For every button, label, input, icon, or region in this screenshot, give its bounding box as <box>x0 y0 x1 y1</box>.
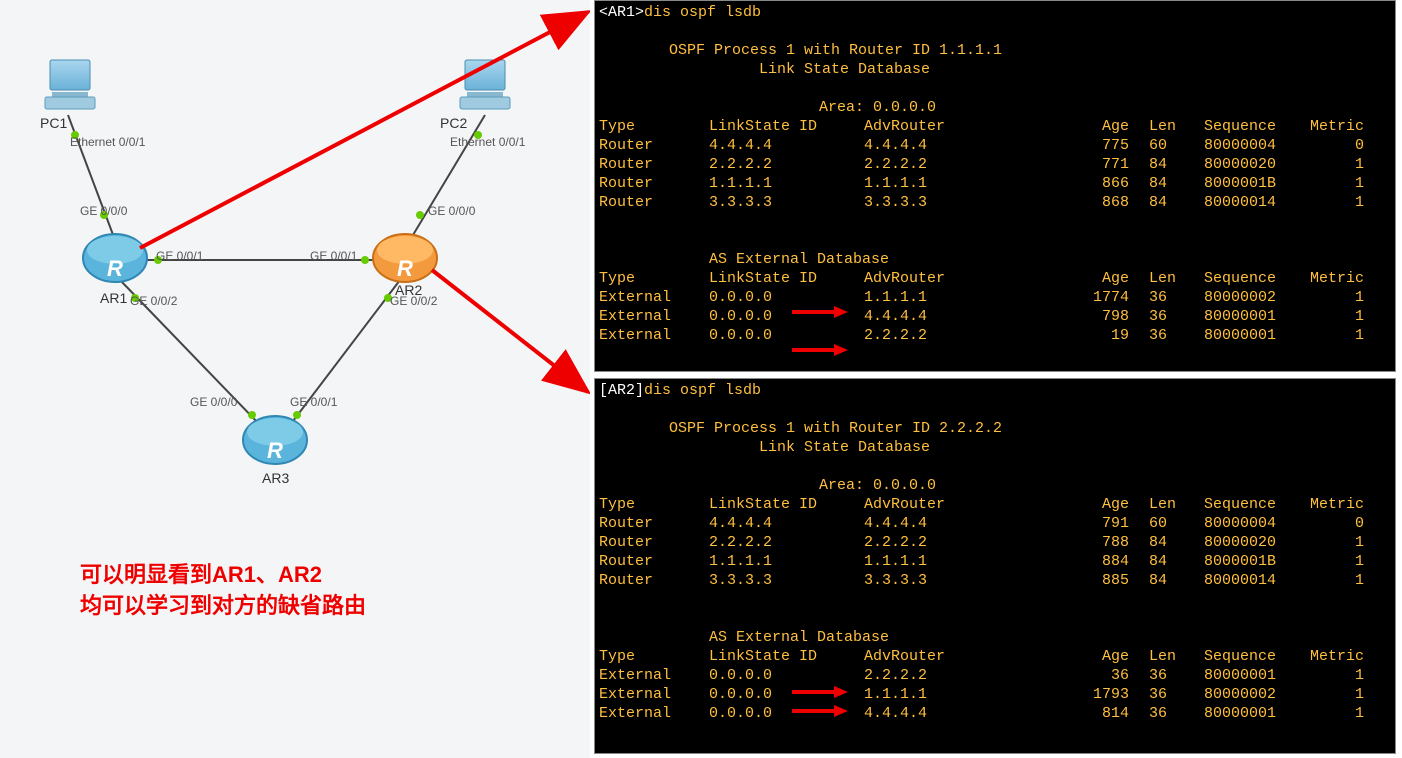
pc2-label: PC2 <box>440 115 467 131</box>
port-ar2-up: GE 0/0/0 <box>428 204 475 218</box>
annotation-text: 可以明显看到AR1、AR2 均可以学习到对方的缺省路由 <box>80 560 366 622</box>
port-ar1-down: GE 0/0/2 <box>130 294 177 308</box>
pc1-label: PC1 <box>40 115 67 131</box>
terminal-ar1: <AR1>dis ospf lsdb OSPF Process 1 with R… <box>594 0 1396 372</box>
router-ar3-icon: R <box>243 416 307 464</box>
port-ar3-left: GE 0/0/0 <box>190 395 237 409</box>
router-ar1-icon: R <box>83 234 147 282</box>
ar3-label: AR3 <box>262 470 289 486</box>
pc2-port: Ethernet 0/0/1 <box>450 135 525 149</box>
port-ar1-up: GE 0/0/0 <box>80 204 127 218</box>
pc1-port: Ethernet 0/0/1 <box>70 135 145 149</box>
terminal-ar2: [AR2]dis ospf lsdb OSPF Process 1 with R… <box>594 378 1396 754</box>
port-ar2-down: GE 0/0/2 <box>390 294 437 308</box>
svg-text:R: R <box>267 438 283 463</box>
router-ar2-icon: R <box>373 234 437 282</box>
port-ar2-left: GE 0/0/1 <box>310 249 357 263</box>
port-ar1-right: GE 0/0/1 <box>156 249 203 263</box>
topology-canvas: R R R PC1 Ethernet 0/0/1 PC2 Ethernet 0/… <box>0 0 590 758</box>
svg-text:R: R <box>397 256 413 281</box>
ar1-label: AR1 <box>100 290 127 306</box>
port-ar3-right: GE 0/0/1 <box>290 395 337 409</box>
pc1-icon <box>45 60 95 109</box>
svg-text:R: R <box>107 256 123 281</box>
